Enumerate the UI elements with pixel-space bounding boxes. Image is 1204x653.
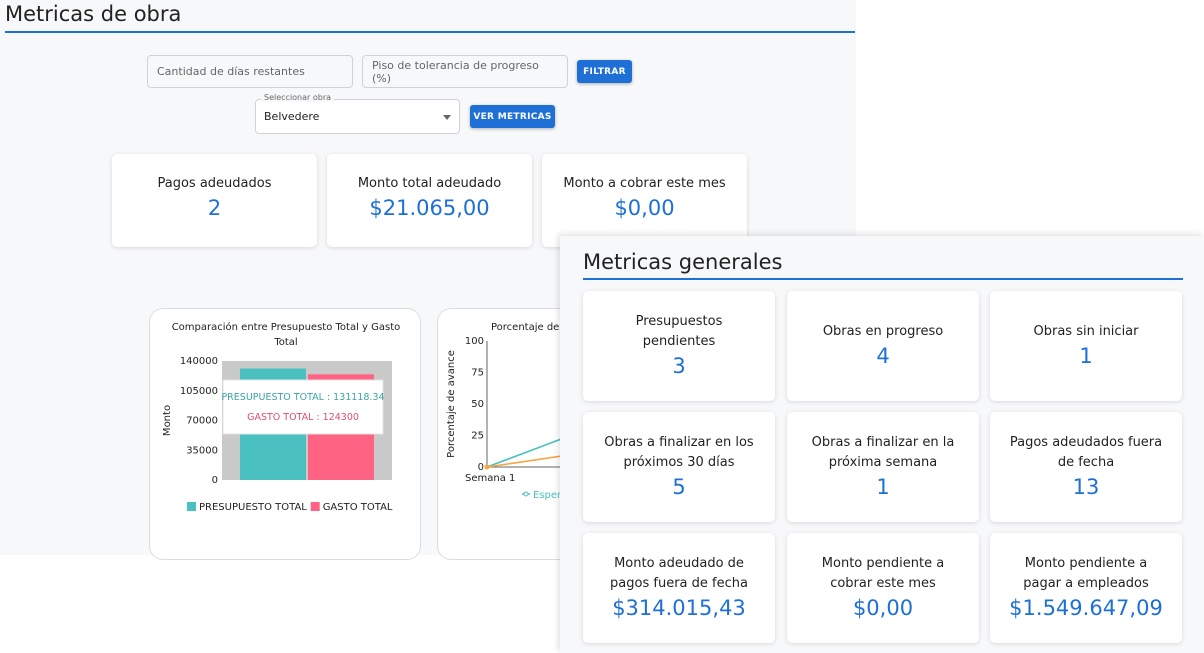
bar-chart: 140000 105000 70000 35000 0 Monto PRESUPUESTO … <box>162 356 393 513</box>
x-tick-label: Semana 1 <box>465 473 515 484</box>
general-metrics-title: Metricas generales <box>583 250 783 274</box>
card-value: 2 <box>207 196 222 220</box>
card-value: $0,00 <box>614 196 675 220</box>
filtrar-button[interactable]: FILTRAR <box>577 60 632 83</box>
legend-marker <box>523 491 529 497</box>
card-label: Monto adeudado de pagos fuera de fecha <box>610 556 748 591</box>
monto-cobrar-mes-card: Monto a cobrar este mes $0,00 <box>542 154 747 247</box>
general-metrics-panel: Metricas generales Presupuestos pendient… <box>560 236 1204 653</box>
title-divider <box>5 31 855 33</box>
monto-pendiente-cobrar-card: Monto pendiente a cobrar este mes $0,00 <box>787 533 979 643</box>
card-label: Monto pendiente a cobrar este mes <box>821 556 945 591</box>
dias-restantes-input[interactable]: Cantidad de días restantes <box>147 55 353 88</box>
card-value: $1.549.647,09 <box>1009 596 1163 620</box>
tooltip-text: GASTO TOTAL : 124300 <box>247 412 359 423</box>
obras-finalizar-30-dias-card: Obras a finalizar en los próximos 30 día… <box>583 412 775 522</box>
card-value: $0,00 <box>852 596 914 620</box>
obras-sin-iniciar-card: Obras sin iniciar 1 <box>990 291 1182 401</box>
y-tick-label: 0 <box>478 462 484 473</box>
card-label: Obras sin iniciar <box>1033 324 1139 339</box>
monto-adeudado-fuera-fecha-card: Monto adeudado de pagos fuera de fecha $… <box>583 533 775 643</box>
y-tick-label: 0 <box>212 475 218 486</box>
budget-vs-spend-chart-card: Comparación entre Presupuesto Total y Ga… <box>149 308 421 560</box>
card-label: Pagos adeudados fuera de fecha <box>1009 435 1163 470</box>
y-tick-label: 100 <box>465 336 484 347</box>
presupuestos-pendientes-card: Presupuestos pendientes 3 <box>583 291 775 401</box>
y-tick-label: 50 <box>471 399 484 410</box>
obra-select-label: Seleccionar obra <box>261 93 335 102</box>
obras-finalizar-semana-card: Obras a finalizar en la próxima semana 1 <box>787 412 979 522</box>
card-value: 13 <box>1072 475 1100 499</box>
y-tick-label: 25 <box>471 431 484 442</box>
card-label: Obras a finalizar en los próximos 30 día… <box>604 435 754 470</box>
card-value: 1 <box>876 475 890 499</box>
obra-select[interactable]: Belvedere <box>255 99 460 134</box>
y-tick-label: 140000 <box>180 356 218 367</box>
pagos-adeudados-card: Pagos adeudados 2 <box>112 154 317 247</box>
series-line <box>486 437 565 468</box>
legend-swatch <box>310 502 320 511</box>
y-axis-label: Monto <box>162 405 173 436</box>
card-label: Presupuestos pendientes <box>635 314 723 349</box>
card-label: Obras a finalizar en la próxima semana <box>811 435 955 470</box>
obra-metrics-title: Metricas de obra <box>5 2 182 26</box>
card-value: 1 <box>1079 344 1093 368</box>
card-value: $21.065,00 <box>369 196 490 220</box>
y-axis-label: Porcentaje de avance <box>446 350 457 458</box>
card-label: Monto a cobrar este mes <box>563 176 726 191</box>
legend-label: GASTO TOTAL <box>323 502 393 513</box>
y-tick-label: 35000 <box>186 445 218 456</box>
legend-label: PRESUPUESTO TOTAL <box>199 502 307 513</box>
tolerancia-progreso-input[interactable]: Piso de tolerancia de progreso (%) <box>362 55 568 88</box>
ver-metricas-button[interactable]: VER METRICAS <box>470 105 555 128</box>
card-label: Pagos adeudados <box>157 176 272 191</box>
monto-pagar-empleados-card: Monto pendiente a pagar a empleados $1.5… <box>990 533 1182 643</box>
card-value: $314.015,43 <box>612 596 746 620</box>
card-label: Obras en progreso <box>822 324 944 339</box>
monto-total-adeudado-card: Monto total adeudado $21.065,00 <box>327 154 532 247</box>
tooltip-text: PRESUPUESTO TOTAL : 131118.34 <box>221 392 384 403</box>
y-tick-label: 70000 <box>186 416 218 427</box>
obras-en-progreso-card: Obras en progreso 4 <box>787 291 979 401</box>
series-line <box>486 454 565 468</box>
legend-swatch <box>187 502 196 511</box>
y-tick-label: 75 <box>471 368 484 379</box>
data-point <box>484 464 490 470</box>
pagos-fuera-fecha-card: Pagos adeudados fuera de fecha 13 <box>990 412 1182 522</box>
card-value: 5 <box>672 475 686 499</box>
legend-label: Esper <box>533 490 562 501</box>
chevron-down-icon <box>443 114 451 120</box>
card-value: 3 <box>672 354 686 378</box>
card-label: Monto total adeudado <box>357 176 502 191</box>
card-label: Monto pendiente a pagar a empleados <box>1023 556 1149 591</box>
card-value: 4 <box>876 344 890 368</box>
obra-select-value: Belvedere <box>264 110 320 123</box>
title-divider <box>583 278 1183 280</box>
tooltip-box <box>222 379 384 435</box>
y-tick-label: 105000 <box>180 386 218 397</box>
